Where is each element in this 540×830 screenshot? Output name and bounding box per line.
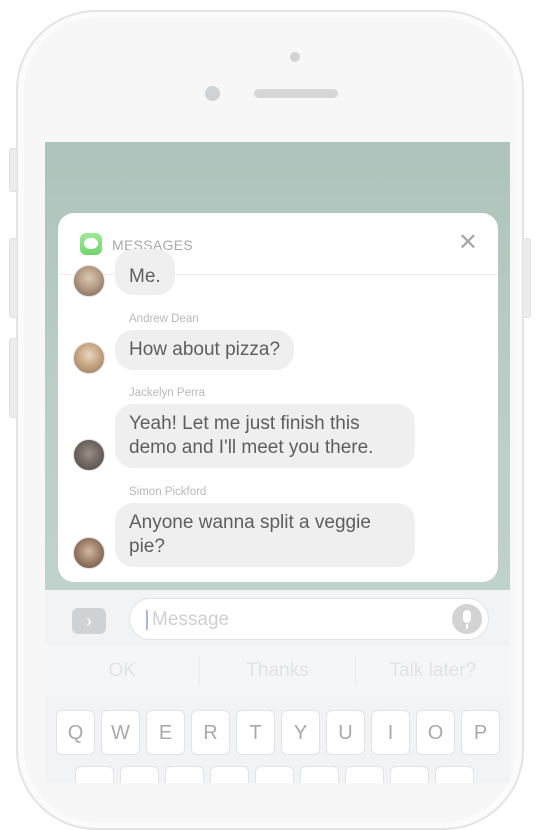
key-o[interactable]: O bbox=[416, 710, 455, 755]
quicktype-bar: OK Thanks Talk later? bbox=[45, 646, 510, 696]
message-bubble: Anyone wanna split a veggie pie? bbox=[115, 503, 415, 567]
key[interactable] bbox=[75, 766, 114, 783]
volume-down-button bbox=[9, 338, 18, 418]
messages-app-icon bbox=[80, 233, 102, 255]
quicktype-suggestion[interactable]: Thanks bbox=[200, 646, 354, 696]
chevron-right-icon[interactable]: › bbox=[72, 608, 106, 634]
message-placeholder: Message bbox=[152, 609, 230, 630]
sender-name: Jackelyn Perra bbox=[129, 387, 206, 399]
keyboard-row-2 bbox=[75, 766, 480, 783]
microphone-icon[interactable] bbox=[452, 604, 482, 634]
avatar bbox=[73, 537, 105, 569]
message-thread[interactable]: Me. Andrew Dean How about pizza? Jackely… bbox=[58, 249, 498, 582]
mute-switch bbox=[9, 148, 18, 192]
front-sensor bbox=[290, 52, 300, 62]
message-bubble: How about pizza? bbox=[115, 330, 295, 370]
notification-card: MESSAGES ✕ Me. Andrew Dean How about piz… bbox=[58, 213, 498, 582]
close-icon[interactable]: ✕ bbox=[458, 231, 478, 255]
sender-name: Andrew Dean bbox=[129, 313, 199, 325]
key-p[interactable]: P bbox=[461, 710, 500, 755]
avatar bbox=[73, 265, 105, 297]
power-button bbox=[522, 238, 531, 318]
key-y[interactable]: Y bbox=[281, 710, 320, 755]
keyboard: Q W E R T Y U I O P bbox=[45, 696, 510, 783]
avatar bbox=[73, 342, 105, 374]
key-u[interactable]: U bbox=[326, 710, 365, 755]
key[interactable] bbox=[300, 766, 339, 783]
message-bubble: Yeah! Let me just finish this demo and I… bbox=[115, 404, 415, 468]
volume-up-button bbox=[9, 238, 18, 318]
text-caret bbox=[146, 610, 148, 630]
key[interactable] bbox=[390, 766, 429, 783]
front-camera bbox=[205, 86, 220, 101]
key[interactable] bbox=[435, 766, 474, 783]
key-t[interactable]: T bbox=[236, 710, 275, 755]
avatar bbox=[73, 439, 105, 471]
key[interactable] bbox=[255, 766, 294, 783]
quicktype-suggestion[interactable]: Talk later? bbox=[356, 646, 510, 696]
key-q[interactable]: Q bbox=[56, 710, 95, 755]
phone-screen: MESSAGES ✕ Me. Andrew Dean How about piz… bbox=[45, 142, 510, 783]
key-r[interactable]: R bbox=[191, 710, 230, 755]
earpiece-speaker bbox=[254, 89, 338, 98]
keyboard-row-1: Q W E R T Y U I O P bbox=[56, 710, 506, 755]
key[interactable] bbox=[165, 766, 204, 783]
key[interactable] bbox=[210, 766, 249, 783]
message-input-bar: › Message bbox=[45, 590, 510, 646]
key-e[interactable]: E bbox=[146, 710, 185, 755]
message-input[interactable]: Message bbox=[129, 598, 489, 640]
key[interactable] bbox=[345, 766, 384, 783]
sender-name: Simon Pickford bbox=[129, 486, 207, 498]
key-w[interactable]: W bbox=[101, 710, 140, 755]
quicktype-suggestion[interactable]: OK bbox=[45, 646, 199, 696]
key[interactable] bbox=[120, 766, 159, 783]
key-i[interactable]: I bbox=[371, 710, 410, 755]
message-bubble: Me. bbox=[115, 249, 175, 295]
